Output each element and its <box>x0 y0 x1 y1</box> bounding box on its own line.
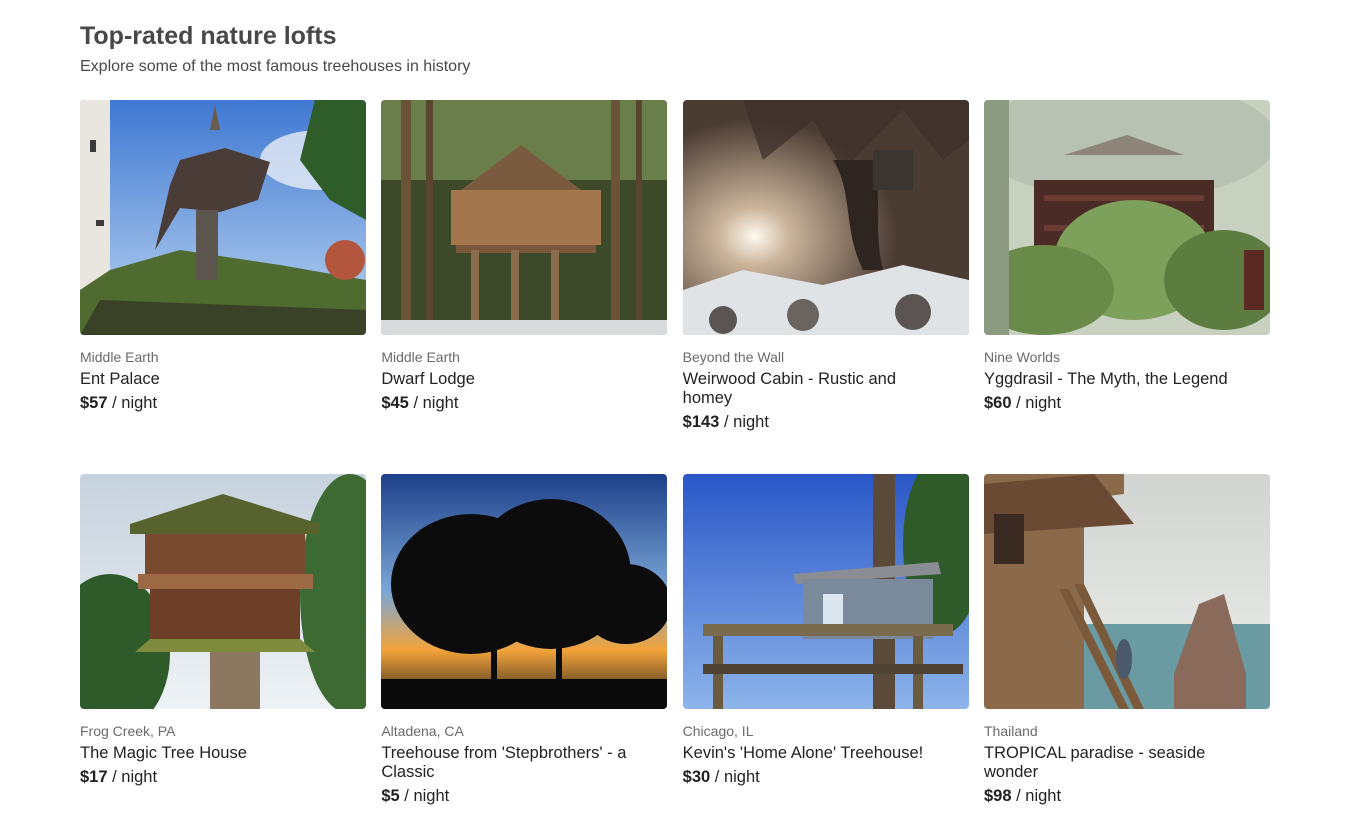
price-amount: $17 <box>80 768 108 786</box>
listing-card[interactable]: Middle Earth Dwarf Lodge $45 / night <box>381 100 668 474</box>
listing-title[interactable]: Weirwood Cabin - Rustic and homey <box>683 370 969 408</box>
page-subtitle: Explore some of the most famous treehous… <box>80 58 471 75</box>
listing-title[interactable]: Ent Palace <box>80 370 366 389</box>
listing-card[interactable]: Chicago, IL Kevin's 'Home Alone' Treehou… <box>682 474 969 827</box>
listing-card[interactable]: Beyond the Wall Weirwood Cabin - Rustic … <box>682 100 969 474</box>
listing-title[interactable]: Kevin's 'Home Alone' Treehouse! <box>683 744 969 763</box>
listing-location: Middle Earth <box>381 349 460 365</box>
listing-photo[interactable] <box>983 100 1270 335</box>
price-amount: $60 <box>983 394 1012 412</box>
listing-photo[interactable] <box>80 474 366 709</box>
price-unit: / night <box>413 394 459 412</box>
listing-price: $57 / night <box>80 393 366 413</box>
price-unit: / night <box>1016 787 1062 805</box>
listing-location: Frog Creek, PA <box>80 723 176 739</box>
listing-location: Middle Earth <box>80 349 159 365</box>
listing-photo[interactable] <box>381 100 668 335</box>
price-amount: $45 <box>381 394 409 412</box>
listing-price: $5 / night <box>381 786 667 806</box>
page-title: Top-rated nature lofts <box>80 22 337 50</box>
listing-price: $143 / night <box>683 412 969 432</box>
listing-photo[interactable] <box>381 474 668 709</box>
listing-price: $30 / night <box>683 767 969 787</box>
page: Top-rated nature lofts Explore some of t… <box>0 0 1362 827</box>
listing-title[interactable]: Treehouse from 'Stepbrothers' - a Classi… <box>381 744 667 782</box>
listing-photo[interactable] <box>983 474 1270 709</box>
listing-photo[interactable] <box>682 474 969 709</box>
listing-location: Thailand <box>983 723 1038 739</box>
listing-location: Beyond the Wall <box>682 349 785 365</box>
listing-card[interactable]: Frog Creek, PA The Magic Tree House $17 … <box>80 474 366 827</box>
listing-location: Nine Worlds <box>983 349 1060 365</box>
listing-price: $17 / night <box>80 767 366 787</box>
listing-title[interactable]: The Magic Tree House <box>80 744 366 763</box>
price-unit: / night <box>112 394 158 412</box>
listing-card[interactable]: Nine Worlds Yggdrasil - The Myth, the Le… <box>983 100 1270 474</box>
price-unit: / night <box>112 768 158 786</box>
price-amount: $57 <box>80 394 108 412</box>
listing-card[interactable]: Thailand TROPICAL paradise - seaside won… <box>983 474 1270 827</box>
listing-price: $45 / night <box>381 393 667 413</box>
price-unit: / night <box>723 413 769 431</box>
listing-location: Altadena, CA <box>381 723 464 739</box>
listing-price: $60 / night <box>984 393 1270 413</box>
price-unit: / night <box>714 768 760 786</box>
listing-title[interactable]: Dwarf Lodge <box>381 370 667 389</box>
price-unit: / night <box>1016 394 1062 412</box>
listing-price: $98 / night <box>984 786 1270 806</box>
listing-photo[interactable] <box>80 100 366 335</box>
listing-grid: Middle Earth Ent Palace $57 / night Midd… <box>80 100 1270 827</box>
price-amount: $98 <box>983 787 1012 805</box>
price-amount: $143 <box>682 413 720 431</box>
price-unit: / night <box>404 787 450 805</box>
listing-title[interactable]: TROPICAL paradise - seaside wonder <box>984 744 1270 782</box>
listing-card[interactable]: Middle Earth Ent Palace $57 / night <box>80 100 366 474</box>
listing-photo[interactable] <box>682 100 969 335</box>
price-amount: $5 <box>381 787 400 805</box>
listing-title[interactable]: Yggdrasil - The Myth, the Legend <box>984 370 1270 389</box>
listing-card[interactable]: Altadena, CA Treehouse from 'Stepbrother… <box>381 474 668 827</box>
price-amount: $30 <box>682 768 711 786</box>
listing-location: Chicago, IL <box>682 723 754 739</box>
